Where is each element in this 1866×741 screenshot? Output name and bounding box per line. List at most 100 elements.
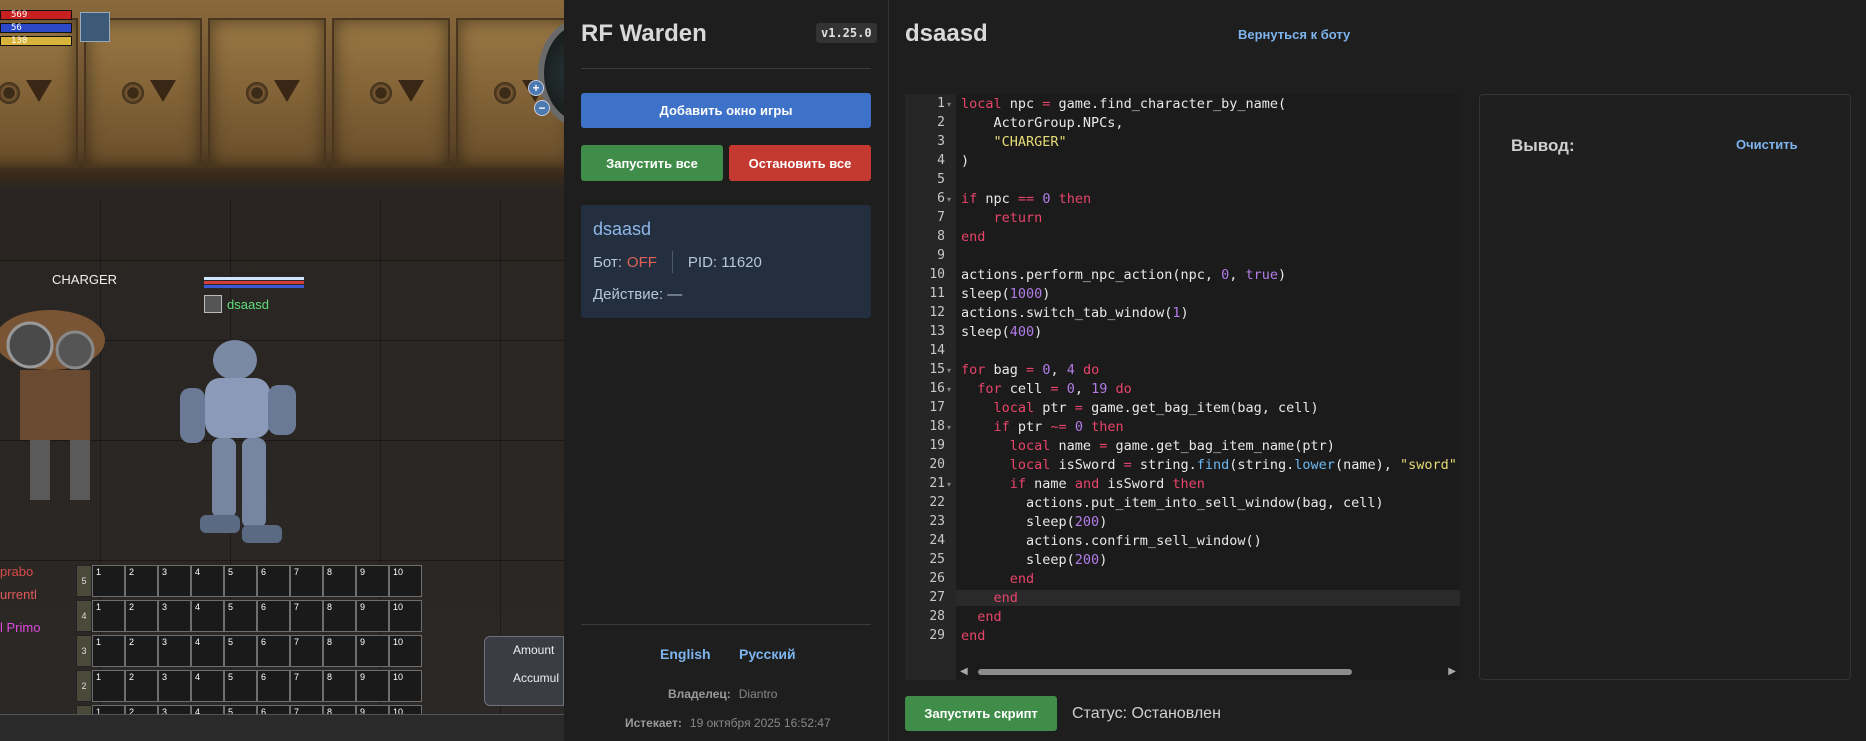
- start-all-button[interactable]: Запустить все: [581, 145, 723, 181]
- fold-toggle-icon[interactable]: ▾: [947, 480, 951, 489]
- hotbar-slot[interactable]: 6: [257, 635, 290, 667]
- code-line[interactable]: end: [961, 628, 985, 644]
- fold-toggle-icon[interactable]: ▾: [947, 195, 951, 204]
- code-line[interactable]: end: [961, 229, 985, 245]
- hotbar-slot[interactable]: 1: [92, 565, 125, 597]
- game-viewport[interactable]: 569 56 130 + − CHARGER dsaasd prabo urre…: [0, 0, 564, 741]
- code-line[interactable]: if npc == 0 then: [961, 191, 1091, 207]
- code-line[interactable]: if ptr ~= 0 then: [961, 419, 1124, 435]
- code-line[interactable]: "CHARGER": [961, 134, 1067, 150]
- hotbar-slot[interactable]: 4: [191, 670, 224, 702]
- hotbar-slot[interactable]: 2: [125, 565, 158, 597]
- hotbar-slot[interactable]: 3: [158, 635, 191, 667]
- language-russian-link[interactable]: Русский: [739, 646, 796, 662]
- player-character-model[interactable]: [150, 330, 320, 560]
- code-line[interactable]: sleep(200): [961, 514, 1107, 530]
- zoom-out-icon[interactable]: −: [534, 100, 550, 116]
- hotbar-slot[interactable]: 9: [356, 565, 389, 597]
- code-line[interactable]: for cell = 0, 19 do: [961, 381, 1132, 397]
- code-line[interactable]: return: [961, 210, 1043, 226]
- code-line[interactable]: [961, 172, 969, 188]
- fold-toggle-icon[interactable]: ▾: [947, 100, 951, 109]
- hotbar-slot[interactable]: 4: [191, 600, 224, 632]
- player-portrait[interactable]: [80, 12, 110, 42]
- fold-toggle-icon[interactable]: ▾: [947, 366, 951, 375]
- hotbar-slot[interactable]: 5: [224, 670, 257, 702]
- hotbar-slot[interactable]: 8: [323, 565, 356, 597]
- hotbar-slot[interactable]: 6: [257, 670, 290, 702]
- hotbar-slot[interactable]: 7: [290, 670, 323, 702]
- hotbar-slot[interactable]: 2: [125, 635, 158, 667]
- hotbar-slot[interactable]: 2: [125, 670, 158, 702]
- hotbar-slot[interactable]: 1: [92, 670, 125, 702]
- code-line[interactable]: actions.confirm_sell_window(): [961, 533, 1262, 549]
- hotbar-slot[interactable]: 4: [191, 635, 224, 667]
- code-editor[interactable]: 1 ▾ 2 3 4 5 6 ▾ 7 8 9 10 11 12 13 14 15 ▾ 16 ▾ 17 18 ▾ 19 20 21 ▾ 2…: [905, 94, 1460, 680]
- zoom-in-icon[interactable]: +: [528, 80, 544, 96]
- code-line[interactable]: ): [961, 153, 969, 169]
- hotbar-slot[interactable]: 3: [158, 565, 191, 597]
- fold-toggle-icon[interactable]: ▾: [947, 423, 951, 432]
- run-script-button[interactable]: Запустить скрипт: [905, 696, 1057, 731]
- hotbar-slot[interactable]: 9: [356, 600, 389, 632]
- hotbar-slot[interactable]: 5: [224, 565, 257, 597]
- hotbar-slot[interactable]: 10: [389, 600, 422, 632]
- scrollbar-thumb[interactable]: [978, 669, 1352, 675]
- hotbar-slot[interactable]: 1: [92, 600, 125, 632]
- hotbar-slot[interactable]: 7: [290, 565, 323, 597]
- code-text-area[interactable]: local npc = game.find_character_by_name(…: [956, 94, 1460, 664]
- code-line[interactable]: sleep(400): [961, 324, 1042, 340]
- npc-name-label[interactable]: CHARGER: [52, 272, 117, 287]
- hotbar-slot[interactable]: 10: [389, 635, 422, 667]
- hotbar-slot[interactable]: 8: [323, 635, 356, 667]
- code-line[interactable]: end: [961, 571, 1034, 587]
- code-line[interactable]: local name = game.get_bag_item_name(ptr): [961, 438, 1335, 454]
- hotbar-slot[interactable]: 6: [257, 565, 290, 597]
- horizontal-scrollbar[interactable]: ◀ ▶: [956, 664, 1460, 680]
- amount-panel[interactable]: Amount Accumul: [484, 636, 564, 706]
- hotbar-slot[interactable]: 9: [356, 635, 389, 667]
- code-line[interactable]: end: [956, 590, 1460, 606]
- hotbar-slot[interactable]: 8: [323, 670, 356, 702]
- code-line[interactable]: end: [961, 609, 1001, 625]
- code-line[interactable]: local npc = game.find_character_by_name(: [961, 96, 1286, 112]
- hotbar-slot[interactable]: 10: [389, 670, 422, 702]
- clear-output-link[interactable]: Очистить: [1736, 137, 1798, 152]
- add-game-window-button[interactable]: Добавить окно игры: [581, 93, 871, 128]
- hotbar-slot[interactable]: 6: [257, 600, 290, 632]
- hotbar-slot[interactable]: 1: [92, 635, 125, 667]
- hotbar-slot[interactable]: 8: [323, 600, 356, 632]
- charger-npc-model[interactable]: [0, 300, 130, 510]
- back-to-bot-link[interactable]: Вернуться к боту: [1238, 27, 1350, 42]
- code-line[interactable]: actions.switch_tab_window(1): [961, 305, 1189, 321]
- hotbar-slot[interactable]: 5: [224, 600, 257, 632]
- hotbar-slot[interactable]: 7: [290, 600, 323, 632]
- fold-toggle-icon[interactable]: ▾: [947, 385, 951, 394]
- language-english-link[interactable]: English: [660, 646, 711, 662]
- hotbar-slot[interactable]: 4: [191, 565, 224, 597]
- code-line[interactable]: local ptr = game.get_bag_item(bag, cell): [961, 400, 1319, 416]
- hotbar-slot[interactable]: 2: [125, 600, 158, 632]
- code-line[interactable]: if name and isSword then: [961, 476, 1205, 492]
- bot-name[interactable]: dsaasd: [593, 219, 859, 240]
- hotbar-slot[interactable]: 7: [290, 635, 323, 667]
- code-line[interactable]: [961, 248, 969, 264]
- hotbar-slot[interactable]: 3: [158, 670, 191, 702]
- scroll-right-icon[interactable]: ▶: [1448, 666, 1456, 677]
- code-line[interactable]: sleep(1000): [961, 286, 1050, 302]
- code-line[interactable]: for bag = 0, 4 do: [961, 362, 1099, 378]
- stop-all-button[interactable]: Остановить все: [729, 145, 871, 181]
- code-line[interactable]: actions.put_item_into_sell_window(bag, c…: [961, 495, 1384, 511]
- bot-card[interactable]: dsaasd Бот: OFF PID: 11620 Действие: —: [581, 205, 871, 318]
- code-line[interactable]: ActorGroup.NPCs,: [961, 115, 1124, 131]
- code-line[interactable]: sleep(200): [961, 552, 1107, 568]
- minimap-radar[interactable]: + −: [528, 4, 564, 134]
- code-line[interactable]: local isSword = string.find(string.lower…: [961, 457, 1457, 473]
- hotbar-slot[interactable]: 10: [389, 565, 422, 597]
- code-line[interactable]: actions.perform_npc_action(npc, 0, true): [961, 267, 1286, 283]
- hotbar-slot[interactable]: 9: [356, 670, 389, 702]
- scroll-left-icon[interactable]: ◀: [960, 666, 968, 677]
- code-line[interactable]: [961, 343, 969, 359]
- hotbar-slot[interactable]: 3: [158, 600, 191, 632]
- hotbar-slot[interactable]: 5: [224, 635, 257, 667]
